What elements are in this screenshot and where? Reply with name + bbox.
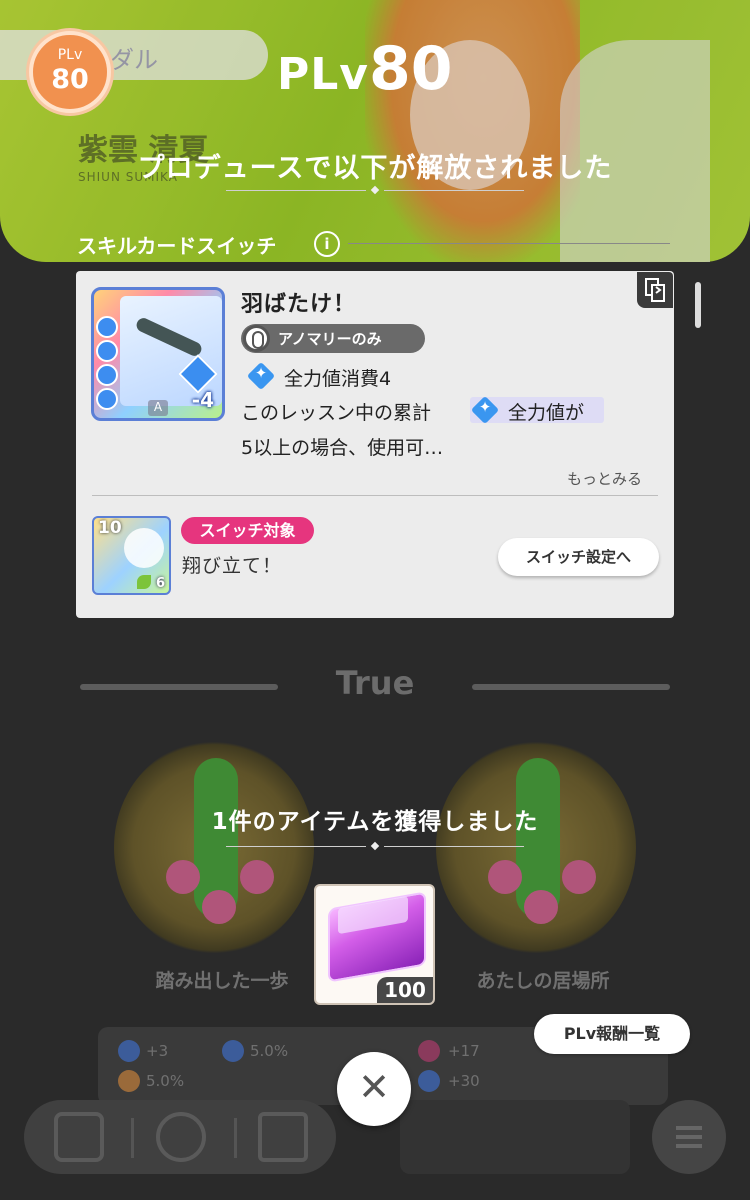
section-rule (348, 243, 670, 244)
switch-card-image[interactable]: 10 6 (92, 516, 171, 595)
title-plv-label: PLv (277, 49, 369, 100)
title-plv-value: 80 (368, 34, 453, 104)
page-title: PLv80 (277, 34, 452, 104)
plv-rewards-button[interactable]: PLv報酬一覧 (534, 1014, 690, 1054)
full-power-icon (472, 397, 498, 423)
close-icon: ✕ (358, 1065, 390, 1109)
plv-badge-label: PLv (57, 47, 83, 63)
restriction-text: アノマリーのみ (278, 330, 382, 348)
show-more-link[interactable]: もっとみる (567, 468, 642, 489)
switch-card-cost: 6 (155, 576, 165, 591)
reward-item[interactable]: 100 (314, 884, 435, 1005)
stat-value: +17 (448, 1042, 480, 1060)
switch-card-level: 10 (98, 518, 122, 538)
anomaly-icon (243, 325, 270, 352)
card-cost: -4 (191, 388, 214, 412)
stat-value: +3 (146, 1042, 169, 1060)
home-icon[interactable] (54, 1112, 104, 1162)
stat-icon (222, 1040, 244, 1062)
item-quantity: 100 (377, 977, 433, 1003)
info-icon[interactable]: i (314, 231, 340, 257)
stat-icon (418, 1070, 440, 1092)
nav-separator (131, 1118, 134, 1158)
acquired-message: 1件のアイテムを獲得しました (211, 809, 539, 835)
stat-value: 5.0% (146, 1072, 185, 1090)
divider-line (226, 846, 366, 847)
stat-icon (418, 1040, 440, 1062)
full-power-icon (248, 363, 274, 389)
switch-settings-button[interactable]: スイッチ設定へ (498, 538, 659, 576)
switch-card-name: 翔び立て！ (182, 555, 283, 577)
effect-cost-text: 全力値消費4 (284, 368, 392, 390)
switch-target-tag: スイッチ対象 (181, 517, 314, 544)
card-divider (92, 495, 658, 496)
badge-label: あたしの居場所 (476, 970, 610, 992)
divider-line (384, 190, 524, 191)
back-icon[interactable] (258, 1112, 308, 1162)
stat-icon (118, 1040, 140, 1062)
skill-card-image[interactable]: -4 A (91, 287, 225, 421)
skill-card-switch-heading: スキルカードスイッチ (77, 234, 277, 258)
wing-icon (124, 528, 164, 568)
skill-card-name: 羽ばたけ！ (241, 292, 357, 317)
star-icon (562, 860, 596, 894)
effect-description-line2: 5以上の場合、使用可… (241, 437, 444, 459)
close-button[interactable]: ✕ (337, 1052, 411, 1126)
star-icon (202, 890, 236, 924)
section-label-true: True (335, 664, 415, 702)
star-icon (240, 860, 274, 894)
scrollbar[interactable] (695, 282, 701, 328)
menu-button[interactable] (652, 1100, 726, 1174)
background-panel (400, 1100, 630, 1174)
effect-keyword: 全力値が (508, 402, 585, 424)
menu-icon-bar (676, 1135, 702, 1139)
menu-icon-bar (676, 1126, 702, 1130)
divider-line (384, 846, 524, 847)
star-icon (166, 860, 200, 894)
star-icon (524, 890, 558, 924)
plv-badge-value: 80 (51, 64, 89, 95)
star-icon (488, 860, 522, 894)
stat-value: 5.0% (250, 1042, 289, 1060)
divider-line (226, 190, 366, 191)
card-attribute-icons (96, 316, 122, 411)
nav-separator (234, 1118, 237, 1158)
help-icon[interactable] (156, 1112, 206, 1162)
card-rank: A (148, 400, 168, 416)
stat-icon (118, 1070, 140, 1092)
menu-icon-bar (676, 1144, 702, 1148)
achievement-badge[interactable] (114, 740, 314, 955)
plv-level-badge: PLv 80 (29, 31, 111, 113)
swap-icon[interactable] (637, 272, 673, 308)
effect-description-line1: このレッスン中の累計 (241, 402, 432, 424)
badge-label: 踏み出した一歩 (155, 970, 289, 992)
achievement-badge[interactable] (436, 740, 636, 955)
unlocked-message: プロデュースで以下が解放されました (137, 153, 613, 184)
stat-value: +30 (448, 1072, 480, 1090)
leaf-icon (137, 575, 151, 589)
